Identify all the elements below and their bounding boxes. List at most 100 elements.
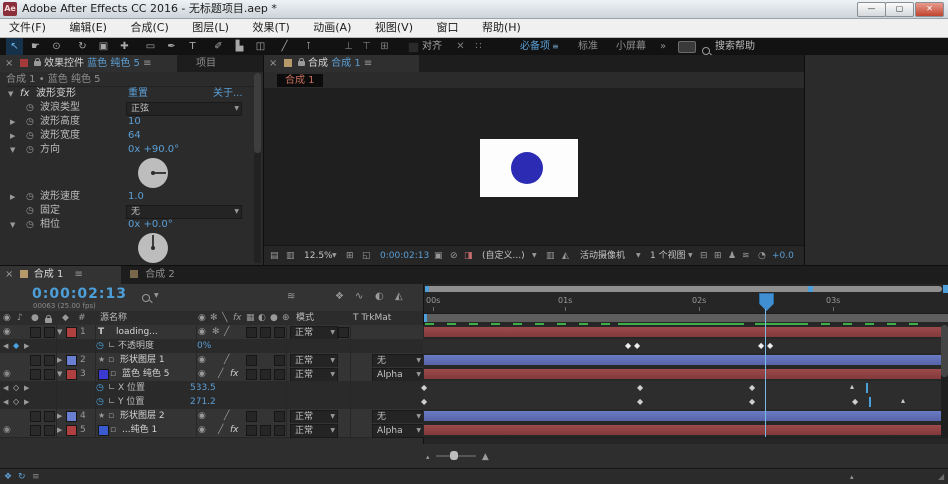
mode-dropdown[interactable]: 正常 ▼ <box>290 410 338 424</box>
expand-icon[interactable]: ▼ <box>10 143 15 157</box>
view-layout-icon[interactable]: ⊟ <box>700 246 708 266</box>
layer-name[interactable]: 蓝色 纯色 5 <box>122 367 169 381</box>
graph-toggle-icon[interactable]: ∟ <box>108 339 116 353</box>
exposure-value[interactable]: +0.0 <box>772 246 794 266</box>
lock-checkbox[interactable] <box>44 327 55 338</box>
shy-switch-icon[interactable]: ◉ <box>198 311 206 325</box>
stopwatch-icon[interactable]: ◷ <box>26 143 34 157</box>
workspace-essentials[interactable]: 必备项 <box>520 38 550 55</box>
tab-comp-1[interactable]: × 合成 1 ≡ <box>0 266 121 284</box>
grid-guides-icon[interactable]: ⊞ <box>346 246 354 266</box>
panel-close-icon[interactable]: × <box>5 58 13 69</box>
trkmat-dropdown[interactable]: Alpha ▼ <box>372 424 424 438</box>
solo-checkbox[interactable] <box>30 355 41 366</box>
mode-dropdown[interactable]: 正常 ▼ <box>290 368 338 382</box>
time-ruler[interactable]: 00s 01s 02s 03s <box>424 293 948 314</box>
fx-switch-icon[interactable]: fx <box>233 311 242 325</box>
next-keyframe-icon[interactable]: ▶ <box>24 395 29 409</box>
prev-keyframe-icon[interactable]: ◀ <box>3 381 8 395</box>
menu-layer[interactable]: 图层(L) <box>189 20 232 35</box>
frame-blending-icon[interactable]: ∿ <box>355 291 363 302</box>
pinning-dropdown[interactable]: 无 ▼ <box>126 205 242 219</box>
switch-checkbox[interactable] <box>274 327 285 338</box>
wave-speed-value[interactable]: 1.0 <box>128 190 144 204</box>
mode-dropdown[interactable]: 正常 ▼ <box>290 424 338 438</box>
zoom-slider-track[interactable] <box>435 451 476 460</box>
track-row-opacity[interactable] <box>423 339 948 354</box>
world-axis-mode-icon[interactable]: ⊤ <box>358 38 375 55</box>
label-swatch[interactable] <box>66 327 77 338</box>
expand-icon[interactable]: ▶ <box>57 409 62 423</box>
stopwatch-icon[interactable]: ◷ <box>26 218 34 232</box>
puppet-pin-tool-icon[interactable]: ⊺ <box>300 38 317 55</box>
navigator-corner[interactable] <box>943 285 948 293</box>
shy-toggle-icon[interactable]: ◉ <box>198 353 206 367</box>
work-area-start-handle[interactable] <box>424 314 427 322</box>
lock-checkbox[interactable] <box>44 425 55 436</box>
layer-row-2[interactable]: ▶ 2 ★ ▫ 形状图层 1 ◉ ╱ 正常 ▼ 无 ▼ <box>0 353 424 368</box>
wave-width-value[interactable]: 64 <box>128 129 141 143</box>
property-row-x-position[interactable]: ◀ ◇ ▶ ◷ ∟ X 位置 533.5 <box>0 381 423 396</box>
motion-blur-icon[interactable]: ◐ <box>375 291 384 302</box>
quality-toggle-icon[interactable]: ╱ <box>224 353 229 367</box>
source-name-column[interactable]: 源名称 <box>100 311 127 325</box>
panel-lock-icon[interactable] <box>33 57 41 66</box>
property-name[interactable]: X 位置 <box>118 381 145 395</box>
camera-view-select[interactable]: 活动摄像机 <box>580 246 625 266</box>
property-value[interactable]: 271.2 <box>190 395 216 409</box>
trkmat-dropdown[interactable]: 无 ▼ <box>372 410 424 424</box>
keyframe-icon[interactable]: ◆ <box>767 342 773 350</box>
keyframe-icon[interactable]: ◆ <box>637 384 643 392</box>
snapping-options-icon[interactable]: ∷ <box>470 38 487 55</box>
tab-effect-controls[interactable]: × 效果控件 蓝色 纯色 5 ≡ <box>0 55 177 72</box>
adjustment-switch-icon[interactable]: ● <box>270 311 278 325</box>
switch-checkbox[interactable] <box>260 369 271 380</box>
solo-checkbox[interactable] <box>30 369 41 380</box>
timeline-search-icon[interactable] <box>142 293 150 304</box>
clone-stamp-tool-icon[interactable]: ▙ <box>231 38 248 55</box>
menu-edit[interactable]: 编辑(E) <box>66 20 110 35</box>
expand-icon[interactable]: ▶ <box>10 190 15 204</box>
switch-checkbox[interactable] <box>274 369 285 380</box>
expand-icon[interactable]: ▼ <box>57 367 62 381</box>
mini-flowchart-icon[interactable]: ⊞ <box>714 246 722 266</box>
property-value[interactable]: 533.5 <box>190 381 216 395</box>
property-name[interactable]: Y 位置 <box>118 395 144 409</box>
eye-icon[interactable]: ◉ <box>3 423 11 437</box>
quality-toggle-icon[interactable]: ╱ <box>224 325 229 339</box>
keyframe-icon[interactable]: ◆ <box>749 384 755 392</box>
zoom-slider-thumb[interactable] <box>449 451 458 460</box>
switch-checkbox[interactable] <box>274 411 285 422</box>
keyframe-icon[interactable]: ◆ <box>749 398 755 406</box>
lock-checkbox[interactable] <box>44 369 55 380</box>
maximize-button[interactable]: ▢ <box>885 2 914 17</box>
navigator-end-handle[interactable] <box>808 286 813 292</box>
fx-toggle-icon[interactable]: fx <box>230 367 239 381</box>
mode-dropdown[interactable]: 正常 ▼ <box>290 354 338 368</box>
panel-resize-handle-icon[interactable]: ▴ <box>850 469 854 484</box>
pan-behind-tool-icon[interactable]: ✚ <box>116 38 133 55</box>
zoom-in-mountain-icon[interactable]: ▲ <box>482 452 489 462</box>
layer-bar-5[interactable] <box>424 425 948 435</box>
search-help-label[interactable]: 搜索帮助 <box>715 38 755 55</box>
panel-menu-icon[interactable]: ≡ <box>364 58 372 69</box>
quality-toggle-icon[interactable]: ╱ <box>218 367 223 381</box>
threed-switch-icon[interactable]: ⊕ <box>282 311 290 325</box>
layer-row-5[interactable]: ◉ ▶ 5 ▫ ...纯色 1 ◉ ╱ fx 正常 ▼ Alpha ▼ <box>0 423 424 438</box>
menu-effect[interactable]: 效果(T) <box>249 20 292 35</box>
type-tool-icon[interactable]: T <box>184 38 201 55</box>
keyframe-icon[interactable]: ◆ <box>634 342 640 350</box>
hold-keyframe-icon[interactable]: ▴ <box>901 397 905 405</box>
panel-menu-icon[interactable]: ≡ <box>143 58 151 69</box>
channels-icon[interactable]: ◨ <box>464 246 473 266</box>
shape-tool-icon[interactable]: ▭ <box>142 38 159 55</box>
switch-checkbox[interactable] <box>274 355 285 366</box>
panel-close-icon[interactable]: × <box>5 269 13 280</box>
keyframe-icon[interactable]: ◆ <box>852 398 858 406</box>
layer-name[interactable]: 形状图层 2 <box>120 409 165 423</box>
phase-dial[interactable] <box>138 233 168 263</box>
workspace-small-screen[interactable]: 小屏幕 <box>616 38 646 55</box>
view-count-select[interactable]: 1 个视图 <box>650 246 686 266</box>
label-swatch[interactable] <box>66 425 77 436</box>
mode-column[interactable]: 模式 <box>296 311 314 325</box>
